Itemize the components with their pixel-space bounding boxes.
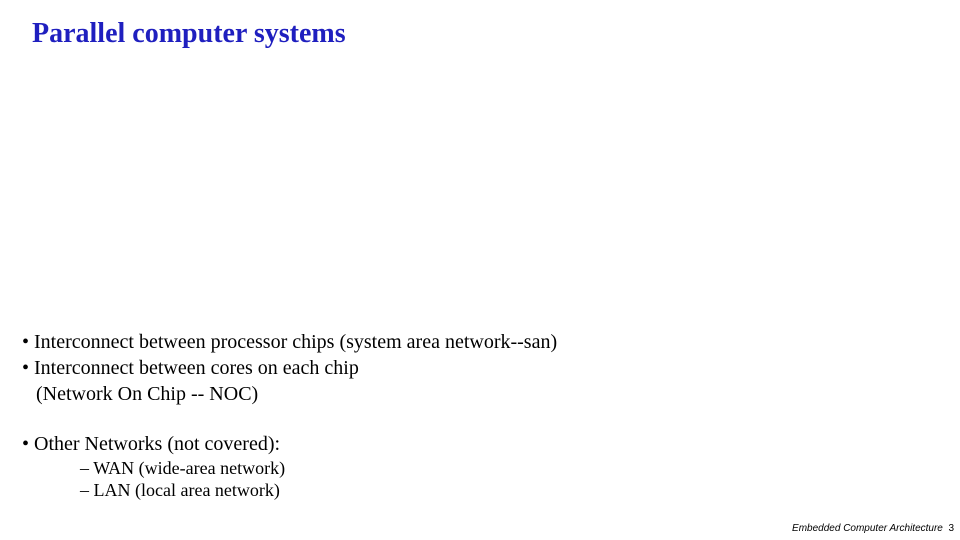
dash-icon: – bbox=[80, 480, 94, 500]
bullet-icon: • bbox=[22, 331, 34, 353]
bullet-text: Interconnect between cores on each chip bbox=[34, 357, 359, 379]
bullet-item: • Interconnect between processor chips (… bbox=[22, 330, 922, 354]
bullet-item: • Other Networks (not covered): bbox=[22, 432, 922, 456]
bullet-text: Interconnect between processor chips (sy… bbox=[34, 331, 557, 353]
slide-footer: Embedded Computer Architecture 3 bbox=[792, 523, 954, 534]
sub-bullet-text: WAN (wide-area network) bbox=[93, 458, 285, 478]
bullet-text: Other Networks (not covered): bbox=[34, 433, 280, 455]
dash-icon: – bbox=[80, 458, 93, 478]
slide: Parallel computer systems • Interconnect… bbox=[0, 0, 960, 540]
sub-bullet-item: – WAN (wide-area network) bbox=[80, 458, 922, 480]
bullet-icon: • bbox=[22, 357, 34, 379]
slide-body: • Interconnect between processor chips (… bbox=[22, 330, 922, 501]
bullet-icon: • bbox=[22, 433, 34, 455]
spacer bbox=[22, 406, 922, 432]
bullet-item: • Interconnect between cores on each chi… bbox=[22, 356, 922, 380]
sub-bullet-item: – LAN (local area network) bbox=[80, 480, 922, 502]
page-number: 3 bbox=[948, 523, 954, 534]
footer-text: Embedded Computer Architecture bbox=[792, 523, 943, 534]
sub-bullet-text: LAN (local area network) bbox=[94, 480, 280, 500]
bullet-continuation: (Network On Chip -- NOC) bbox=[36, 382, 922, 406]
slide-title: Parallel computer systems bbox=[32, 18, 346, 50]
